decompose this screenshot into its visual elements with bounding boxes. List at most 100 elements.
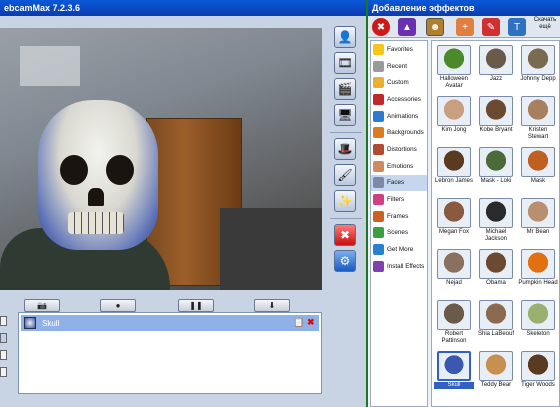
face-label: Skull [434, 382, 474, 389]
category-label: Accessories [387, 95, 421, 103]
scenes-icon [373, 227, 384, 239]
effects-window-titlebar[interactable]: Добавление эффектов [368, 0, 560, 16]
category-item-backgrounds[interactable]: Backgrounds [371, 124, 427, 141]
pause-button[interactable]: ❚❚ [178, 299, 214, 312]
category-item-install-effects[interactable]: Install Effects [371, 258, 427, 275]
face-thumbnail [521, 45, 555, 75]
animations-icon [373, 110, 384, 122]
face-item[interactable]: Skeleton [518, 300, 558, 350]
faces-tool-button[interactable]: ☻ [426, 18, 444, 36]
face-item[interactable]: Kim Jong [434, 96, 474, 146]
face-label: Obama [486, 280, 506, 286]
wizard-hat-icon: 🎩 [337, 142, 353, 156]
close-icon: ✖ [339, 228, 351, 242]
face-item[interactable]: Megan Fox [434, 198, 474, 248]
face-label: Kim Jong [441, 127, 467, 133]
main-window-titlebar[interactable]: ebcamMax 7.2.3.6 [0, 0, 366, 16]
category-item-emotions[interactable]: Emotions [371, 158, 427, 175]
magic-button[interactable]: ✨ [334, 190, 356, 212]
category-item-faces[interactable]: Faces [371, 174, 427, 192]
face-thumbnail [437, 96, 471, 126]
wizard-effects-button[interactable]: 🎩 [334, 138, 356, 160]
paint-button[interactable]: 🖌 [334, 164, 356, 186]
video-file-button[interactable]: 🎞 [334, 52, 356, 74]
filters-icon [373, 194, 384, 206]
applied-effects-list[interactable]: Skull 📋 ✖ [18, 312, 322, 394]
close-effects-button[interactable]: ✖ [334, 224, 356, 246]
applied-effect-name: Skull [42, 318, 60, 328]
face-label: Teddy Bear [480, 382, 512, 388]
side-toggle-3[interactable] [0, 350, 7, 360]
text-effect-button[interactable]: T [508, 18, 526, 36]
face-item[interactable]: Michael Jackson [476, 198, 516, 248]
face-item[interactable]: Mask - Loki [476, 147, 516, 197]
side-toggle-1[interactable] [0, 316, 7, 326]
video-window-light [20, 46, 80, 86]
face-item[interactable]: Mr Bean [518, 198, 558, 248]
category-item-favorites[interactable]: Favorites [371, 41, 427, 58]
face-thumbnail [479, 300, 513, 330]
face-item[interactable]: Halloween Avatar [434, 45, 474, 95]
face-thumbnail [479, 96, 513, 126]
category-item-distortions[interactable]: Distortions [371, 141, 427, 158]
face-item[interactable]: Kobe Bryant [476, 96, 516, 146]
close-icon: ✖ [376, 21, 386, 33]
text-icon: T [513, 21, 521, 33]
side-toggle-4[interactable] [0, 367, 7, 377]
face-item[interactable]: Kristen Stewart [518, 96, 558, 146]
settings-button[interactable]: ⚙ [334, 250, 356, 272]
webcam-source-button[interactable]: 👤 [334, 26, 356, 48]
category-item-custom[interactable]: Custom [371, 74, 427, 91]
record-button[interactable]: ● [100, 299, 136, 312]
category-label: Favorites [387, 45, 413, 53]
category-item-scenes[interactable]: Scenes [371, 225, 427, 242]
download-button[interactable]: ⬇ [254, 299, 290, 312]
webcam-preview[interactable] [0, 28, 322, 290]
toolbar-divider [330, 132, 362, 133]
clapper-button[interactable]: 🎬 [334, 78, 356, 100]
category-label: Get More [387, 246, 414, 254]
applied-effect-row[interactable]: Skull 📋 ✖ [21, 315, 319, 331]
category-item-filters[interactable]: Filters [371, 191, 427, 208]
category-label: Animations [387, 112, 419, 120]
category-item-accessories[interactable]: Accessories [371, 91, 427, 108]
face-item[interactable]: Skull [434, 351, 474, 401]
category-item-frames[interactable]: Frames [371, 208, 427, 225]
face-item[interactable]: Johnny Depp [518, 45, 558, 95]
globe-icon [373, 244, 384, 256]
add-icon: + [462, 21, 468, 33]
face-item[interactable]: Mask [518, 147, 558, 197]
face-item[interactable]: Lebron James [434, 147, 474, 197]
copy-effect-icon[interactable]: 📋 [293, 317, 304, 328]
add-effect-button[interactable]: + [456, 18, 474, 36]
face-thumbnail [479, 249, 513, 279]
face-thumbnail [437, 300, 471, 330]
edit-effect-button[interactable]: ✎ [482, 18, 500, 36]
category-label: Frames [387, 212, 409, 220]
face-item[interactable]: Pumpkin Head [518, 249, 558, 299]
snapshot-button[interactable]: 📷 [24, 299, 60, 312]
side-toggle-2[interactable] [0, 333, 7, 343]
face-item[interactable]: Robert Pattinson [434, 300, 474, 350]
category-item-get-more[interactable]: Get More [371, 241, 427, 258]
category-label: Filters [387, 196, 405, 204]
distortions-icon [373, 143, 384, 155]
record-icon: ● [115, 301, 121, 310]
category-item-recent[interactable]: Recent [371, 58, 427, 75]
face-item[interactable]: Tiger Woods [518, 351, 558, 401]
face-item[interactable]: Jazz [476, 45, 516, 95]
face-item[interactable]: Teddy Bear [476, 351, 516, 401]
remove-effect-button[interactable]: ✖ [372, 18, 390, 36]
remove-effect-icon[interactable]: ✖ [307, 317, 315, 328]
screen-capture-button[interactable]: 🖥 [334, 104, 356, 126]
category-item-animations[interactable]: Animations [371, 108, 427, 125]
wizard-tool-button[interactable]: ▲ [398, 18, 416, 36]
face-item[interactable]: Nejad [434, 249, 474, 299]
magic-icon: ✨ [337, 194, 353, 208]
face-item[interactable]: Shia LaBeouf [476, 300, 516, 350]
face-item[interactable]: Obama [476, 249, 516, 299]
skull-eye-left [60, 155, 88, 185]
download-more-link[interactable]: Скачать ещё [530, 17, 560, 31]
clapper-icon: 🎬 [337, 82, 353, 96]
face-label: Kobe Bryant [479, 127, 513, 133]
